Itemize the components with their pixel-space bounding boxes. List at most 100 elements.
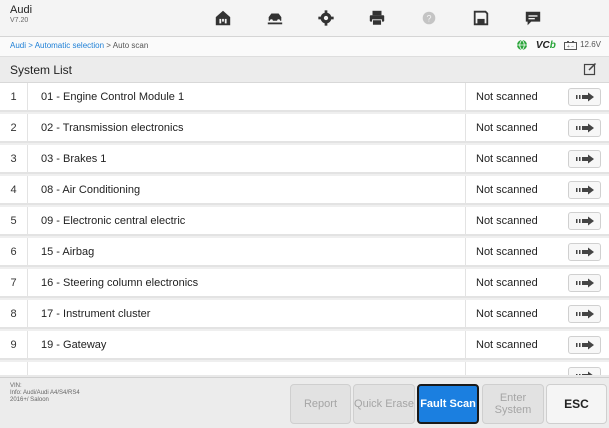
system-list[interactable]: 1 01 - Engine Control Module 1 Not scanned… [0, 83, 609, 375]
message-button[interactable] [505, 0, 561, 36]
system-name: 02 - Transmission electronics [41, 122, 184, 134]
system-name: 03 - Brakes 1 [41, 153, 107, 165]
row-number: 1 [0, 83, 28, 110]
voltage-value: 12.6V [580, 40, 601, 50]
enter-system-arrow-button[interactable] [568, 305, 601, 323]
enter-system-arrow-button[interactable] [568, 119, 601, 137]
scan-status: Not scanned [465, 238, 559, 265]
system-row[interactable]: 1 01 - Engine Control Module 1 Not scanned [0, 83, 609, 112]
system-row[interactable]: 9 19 - Gateway Not scanned [0, 331, 609, 360]
enter-system-arrow-button[interactable] [568, 212, 601, 230]
fault-scan-button[interactable]: Fault Scan [417, 384, 479, 424]
row-number: 6 [0, 238, 28, 265]
software-version: V7.20 [10, 17, 29, 24]
system-name: 09 - Electronic central electric [41, 215, 186, 227]
system-row[interactable] [0, 362, 609, 375]
enter-system-arrow-button[interactable] [568, 274, 601, 292]
svg-text:+ −: + − [567, 44, 574, 50]
vin-label: VIN: [10, 383, 22, 389]
system-row[interactable]: 5 09 - Electronic central electric Not sca… [0, 207, 609, 236]
breadcrumb-bar: Audi > Automatic selection > Auto scan V… [0, 37, 609, 57]
arrow-right-icon [575, 309, 594, 319]
breadcrumb-link[interactable]: Audi > Automatic selection [10, 41, 104, 50]
system-row[interactable]: 2 02 - Transmission electronics Not scanne… [0, 114, 609, 143]
vcb-indicator: VCb [535, 39, 556, 51]
row-number: 4 [0, 176, 28, 203]
enter-system-arrow-button[interactable] [568, 88, 601, 106]
message-icon [525, 11, 541, 26]
row-number: 5 [0, 207, 28, 234]
settings-button[interactable] [298, 0, 354, 36]
vehicle-brand: Audi V7.20 [10, 4, 32, 26]
vehicle-lift-button[interactable] [247, 0, 303, 36]
network-icon [516, 39, 527, 51]
scan-status: Not scanned [465, 331, 559, 358]
enter-system-arrow-button[interactable] [568, 150, 601, 168]
svg-text:?: ? [426, 14, 431, 24]
row-number: 7 [0, 269, 28, 296]
vehicle-info: VIN: Info: Audi/Audi A4/S4/RS4 2016+/ Sa… [10, 383, 90, 404]
printer-icon [369, 10, 385, 26]
gear-icon [318, 10, 334, 26]
help-icon: ? [422, 11, 436, 25]
enter-system-arrow-button[interactable] [568, 336, 601, 354]
enter-system-arrow-button[interactable] [568, 181, 601, 199]
breadcrumb: Audi > Automatic selection > Auto scan [10, 41, 148, 50]
enter-system-arrow-button[interactable] [568, 367, 601, 375]
bottom-action-bar: VIN: Info: Audi/Audi A4/S4/RS4 2016+/ Sa… [0, 377, 609, 428]
connection-status: VCb + − 12.6V [516, 39, 601, 51]
row-number: 2 [0, 114, 28, 141]
brand-name: Audi [10, 4, 33, 16]
enter-system-button[interactable]: Enter System [482, 384, 544, 424]
system-name: 17 - Instrument cluster [41, 308, 151, 320]
help-button[interactable]: ? [401, 0, 457, 36]
arrow-right-icon [575, 154, 594, 164]
vehicle-description: Info: Audi/Audi A4/S4/RS4 2016+/ Saloon [10, 390, 80, 403]
row-number: 8 [0, 300, 28, 327]
quick-erase-button[interactable]: Quick Erase [353, 384, 415, 424]
scan-status: Not scanned [465, 83, 559, 110]
arrow-right-icon [575, 92, 594, 102]
system-name: 19 - Gateway [41, 339, 107, 351]
system-row[interactable]: 3 03 - Brakes 1 Not scanned [0, 145, 609, 174]
system-name: 01 - Engine Control Module 1 [41, 91, 185, 103]
arrow-right-icon [575, 123, 594, 133]
arrow-right-icon [575, 340, 594, 350]
print-button[interactable] [349, 0, 405, 36]
scan-status: Not scanned [465, 176, 559, 203]
system-row[interactable]: 7 16 - Steering column electronics Not sca… [0, 269, 609, 298]
edit-icon[interactable] [583, 62, 597, 76]
save-button[interactable] [453, 0, 509, 36]
top-toolbar: Audi V7.20 ? [0, 0, 609, 37]
esc-button[interactable]: ESC [546, 384, 607, 424]
scan-status: Not scanned [465, 269, 559, 296]
battery-icon: + − [563, 40, 577, 50]
scan-status: Not scanned [465, 145, 559, 172]
page-title: System List [10, 63, 73, 77]
arrow-right-icon [575, 371, 593, 375]
scan-status [465, 362, 559, 375]
arrow-right-icon [575, 216, 594, 226]
system-row[interactable]: 6 15 - Airbag Not scanned [0, 238, 609, 267]
home-icon [215, 10, 231, 26]
arrow-right-icon [575, 185, 594, 195]
battery-voltage: + − 12.6V [563, 40, 601, 50]
save-icon [473, 10, 489, 26]
enter-system-arrow-button[interactable] [568, 243, 601, 261]
scan-status: Not scanned [465, 300, 559, 327]
system-name: 15 - Airbag [41, 246, 95, 258]
system-name: 08 - Air Conditioning [41, 184, 141, 196]
breadcrumb-current: > Auto scan [104, 41, 149, 50]
system-list-header: System List [0, 57, 609, 83]
vehicle-lift-icon [267, 13, 283, 25]
system-row[interactable]: 8 17 - Instrument cluster Not scanned [0, 300, 609, 329]
row-number [0, 362, 28, 375]
system-row[interactable]: 4 08 - Air Conditioning Not scanned [0, 176, 609, 205]
arrow-right-icon [575, 278, 594, 288]
scan-status: Not scanned [465, 114, 559, 141]
report-button[interactable]: Report [290, 384, 351, 424]
scan-status: Not scanned [465, 207, 559, 234]
home-button[interactable] [195, 0, 251, 36]
arrow-right-icon [575, 247, 594, 257]
row-number: 9 [0, 331, 28, 358]
